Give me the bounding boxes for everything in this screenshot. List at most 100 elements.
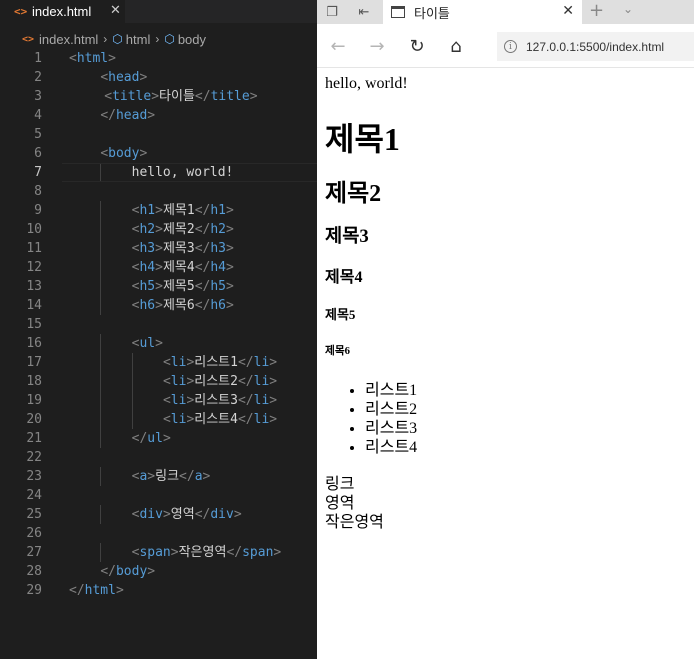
indent-guide <box>100 334 102 353</box>
line-number: 6 <box>34 146 42 161</box>
code-text: </html> <box>69 581 124 600</box>
symbol-element-icon: ⬡ <box>112 32 123 46</box>
tag-bracket-token: </ <box>100 108 116 123</box>
code-line[interactable]: 27 <span>작은영역</span> <box>0 543 317 562</box>
code-line[interactable]: 7 hello, world! <box>0 163 317 182</box>
code-line[interactable]: 23 <a>링크</a> <box>0 467 317 486</box>
code-line[interactable]: 28 </body> <box>0 562 317 581</box>
code-line[interactable]: 15 <box>0 315 317 334</box>
indent-guide <box>131 353 133 372</box>
code-area[interactable]: 1 <html> 2 <head> 3 <title>타이틀</title> 4 </head… <box>0 49 317 600</box>
line-number: 4 <box>34 108 42 123</box>
editor-tab-label: index.html <box>32 4 92 19</box>
tab-actions-icon[interactable]: ❐ <box>319 0 345 24</box>
close-icon[interactable]: ✕ <box>562 3 574 19</box>
html-file-icon: <> <box>14 5 28 18</box>
editor-tab-bar: <> index.html ✕ <box>0 0 317 23</box>
address-bar[interactable]: i 127.0.0.1:5500/index.html <box>497 32 694 61</box>
code-line[interactable]: 29 </html> <box>0 581 317 600</box>
heading-1: 제목1 <box>325 121 400 157</box>
html-file-icon: <> <box>22 33 35 45</box>
code-line[interactable]: 26 <box>0 524 317 543</box>
code-text: <h1>제목1</h1> <box>132 201 234 220</box>
tag-bracket-token: < <box>100 146 109 161</box>
tag-bracket-token: < <box>162 355 171 370</box>
browser-navbar: ← → ↻ ⌂ i 127.0.0.1:5500/index.html <box>317 24 694 68</box>
code-line[interactable]: 16 <ul> <box>0 334 317 353</box>
chevron-down-icon[interactable]: ⌄ <box>623 2 633 16</box>
tag-bracket-token: > <box>155 336 163 351</box>
back-icon[interactable]: ← <box>326 34 350 58</box>
heading-2: 제목2 <box>325 181 382 207</box>
line-number: 12 <box>26 260 42 275</box>
indent-guide <box>100 372 102 391</box>
tag-bracket-token: > <box>226 298 234 313</box>
tag-bracket-token: < <box>100 70 109 85</box>
code-line[interactable]: 19 <li>리스트3</li> <box>0 391 317 410</box>
code-line[interactable]: 20 <li>리스트4</li> <box>0 410 317 429</box>
code-line[interactable]: 13 <h5>제목5</h5> <box>0 277 317 296</box>
code-line[interactable]: 25 <div>영역</div> <box>0 505 317 524</box>
tag-bracket-token: > <box>155 241 163 256</box>
code-line[interactable]: 14 <h6>제목6</h6> <box>0 296 317 315</box>
code-line[interactable]: 9 <h1>제목1</h1> <box>0 201 317 220</box>
symbol-element-icon: ⬡ <box>164 32 175 46</box>
breadcrumb-item-file[interactable]: index.html <box>39 32 98 47</box>
code-line[interactable]: 2 <head> <box>0 68 317 87</box>
code-text: <li>리스트3</li> <box>163 391 277 410</box>
code-line[interactable]: 3 <title>타이틀</title> <box>0 87 317 106</box>
code-line[interactable]: 4 </head> <box>0 106 317 125</box>
code-line[interactable]: 22 <box>0 448 317 467</box>
text-token: 제목6 <box>162 298 195 313</box>
close-icon[interactable]: ✕ <box>110 3 121 18</box>
tag-name-token: li <box>170 374 187 389</box>
info-icon[interactable]: i <box>504 40 517 53</box>
code-line[interactable]: 10 <h2>제목2</h2> <box>0 220 317 239</box>
tag-bracket-token: > <box>170 545 179 560</box>
tag-bracket-token: </ <box>194 298 211 313</box>
code-line[interactable]: 24 <box>0 486 317 505</box>
set-tabs-aside-icon[interactable]: ⇤ <box>351 0 377 24</box>
text-token: 링크 <box>155 469 180 484</box>
breadcrumb-item-html[interactable]: html <box>126 32 151 47</box>
heading-4: 제목4 <box>325 269 363 286</box>
code-editor[interactable]: <> index.html ✕ <> index.html › ⬡ html ›… <box>0 0 317 659</box>
text-token: 제목3 <box>162 241 195 256</box>
breadcrumb-item-body[interactable]: body <box>178 32 206 47</box>
code-line[interactable]: 12 <h4>제목4</h4> <box>0 258 317 277</box>
heading-3: 제목3 <box>325 226 369 247</box>
code-text: hello, world! <box>132 163 234 182</box>
line-number: 28 <box>26 564 42 579</box>
tag-bracket-token: > <box>147 108 156 123</box>
tag-name-token: title <box>112 89 152 104</box>
code-line[interactable]: 21 </ul> <box>0 429 317 448</box>
address-url[interactable]: 127.0.0.1:5500/index.html <box>526 40 664 54</box>
tag-bracket-token: </ <box>194 241 211 256</box>
browser-tab[interactable]: 타이틀 ✕ <box>383 0 582 24</box>
code-line[interactable]: 8 <box>0 182 317 201</box>
line-number: 23 <box>26 469 42 484</box>
browser-titlebar: ❐ ⇤ 타이틀 ✕ + ⌄ <box>317 0 694 24</box>
code-line[interactable]: 5 <box>0 125 317 144</box>
code-line[interactable]: 6 <body> <box>0 144 317 163</box>
text-token: 리스트4 <box>194 412 238 427</box>
tag-bracket-token: < <box>162 412 171 427</box>
code-text: <a>링크</a> <box>132 467 211 486</box>
body-text: hello, world! <box>325 75 408 92</box>
breadcrumb: <> index.html › ⬡ html › ⬡ body <box>0 29 317 49</box>
refresh-icon[interactable]: ↻ <box>405 34 429 58</box>
forward-icon[interactable]: → <box>365 34 389 58</box>
code-line[interactable]: 1 <html> <box>0 49 317 68</box>
tag-bracket-token: > <box>269 355 278 370</box>
code-line[interactable]: 18 <li>리스트2</li> <box>0 372 317 391</box>
new-tab-icon[interactable]: + <box>589 0 604 22</box>
editor-tab-index-html[interactable]: <> index.html ✕ <box>0 0 125 23</box>
code-text: <ul> <box>132 334 163 353</box>
line-number: 21 <box>26 431 42 446</box>
code-line[interactable]: 11 <h3>제목3</h3> <box>0 239 317 258</box>
home-icon[interactable]: ⌂ <box>444 34 468 58</box>
line-number: 11 <box>26 241 42 256</box>
tag-name-token: li <box>253 393 270 408</box>
code-line[interactable]: 17 <li>리스트1</li> <box>0 353 317 372</box>
tag-bracket-token: </ <box>237 412 254 427</box>
